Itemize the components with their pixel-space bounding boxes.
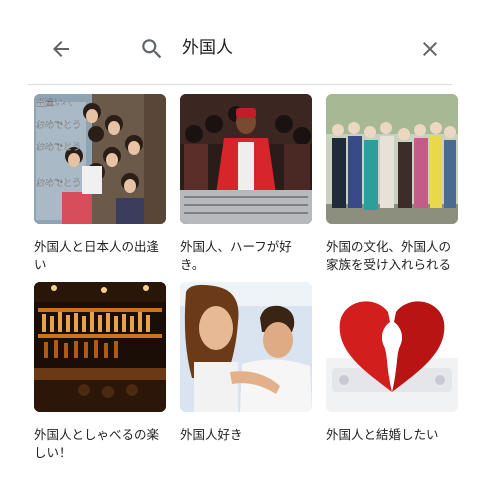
result-caption-4: 外国人としゃべるの楽しい！ <box>34 427 160 460</box>
result-image-1: 出逢いへ おめでとう おめでとう おめでとう <box>34 94 166 224</box>
result-image-6 <box>326 282 458 412</box>
result-tile-5[interactable]: 外国人好き <box>180 282 312 444</box>
result-caption-5: 外国人好き <box>180 427 243 442</box>
overlay-text-3: おめでとう <box>36 142 81 153</box>
result-image-4 <box>34 282 166 412</box>
overlay-text-2: おめでとう <box>36 120 81 131</box>
header-divider <box>28 84 452 85</box>
result-tile-3[interactable]: 外国の文化、外国人の家族を受け入れられる <box>326 94 458 274</box>
search-icon <box>142 39 162 59</box>
back-button[interactable] <box>43 31 79 67</box>
arrow-left-icon <box>53 41 69 57</box>
search-query[interactable]: 外国人 <box>182 36 233 60</box>
result-caption-6: 外国人と結婚したい <box>326 427 439 442</box>
result-caption-3: 外国の文化、外国人の家族を受け入れられる <box>326 239 452 272</box>
result-tile-2[interactable]: 外国人、ハーフが好き。 <box>180 94 312 274</box>
result-tile-6[interactable]: 外国人と結婚したい <box>326 282 458 444</box>
result-tile-1[interactable]: 出逢いへ おめでとう おめでとう おめでとう 外国人と日本人の出逢い <box>34 94 166 274</box>
close-icon <box>423 42 437 56</box>
result-image-2 <box>180 94 312 224</box>
overlay-text-1: 出逢いへ <box>36 97 72 109</box>
result-caption-2: 外国人、ハーフが好き。 <box>180 239 292 272</box>
result-image-3 <box>326 94 458 224</box>
result-caption-1: 外国人と日本人の出逢い <box>34 239 160 272</box>
overlay-text-4: おめでとう <box>36 178 81 189</box>
search-bar: 外国人 <box>0 0 480 86</box>
result-tile-4[interactable]: 外国人としゃべるの楽しい！ <box>34 282 166 462</box>
result-image-5 <box>180 282 312 412</box>
search-button[interactable] <box>134 31 170 67</box>
clear-search-button[interactable] <box>412 31 448 67</box>
